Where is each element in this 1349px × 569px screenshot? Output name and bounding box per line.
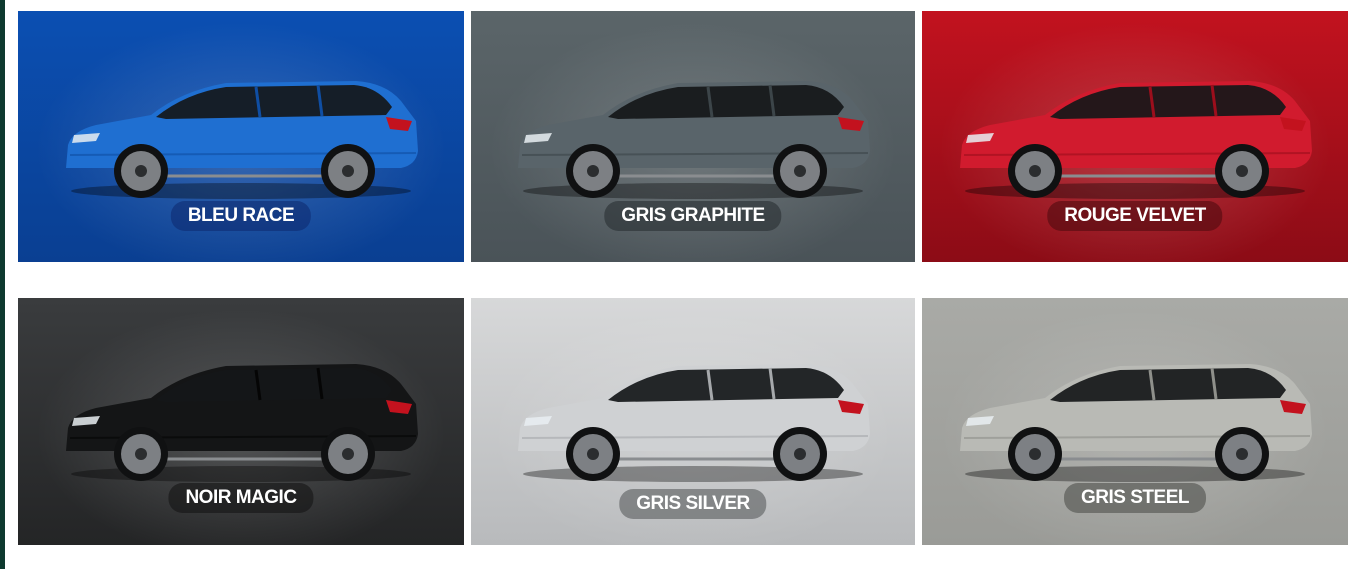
color-swatch-rouge-velvet[interactable]: ROUGE VELVET — [922, 11, 1348, 262]
color-swatch-bleu-race[interactable]: BLEU RACE — [18, 11, 464, 262]
color-name-label: GRIS STEEL — [1064, 483, 1206, 513]
color-name-label: BLEU RACE — [170, 201, 312, 231]
color-name-label: GRIS GRAPHITE — [604, 201, 782, 231]
color-name-label: GRIS SILVER — [619, 489, 767, 519]
car-image — [518, 81, 870, 199]
color-name-label: NOIR MAGIC — [168, 483, 314, 513]
color-swatch-noir-magic[interactable]: NOIR MAGIC — [18, 298, 464, 545]
car-image — [960, 364, 1312, 482]
car-image — [66, 364, 418, 482]
color-swatch-gris-graphite[interactable]: GRIS GRAPHITE — [471, 11, 915, 262]
color-swatch-gris-silver[interactable]: GRIS SILVER — [471, 298, 915, 545]
color-name-label: ROUGE VELVET — [1047, 201, 1223, 231]
left-accent-bar — [0, 0, 5, 569]
car-image — [66, 81, 418, 199]
car-image — [960, 81, 1312, 199]
car-image — [518, 364, 870, 482]
color-swatch-gallery: BLEU RACE GRIS GRAPHITE ROUGE VELVET NOI… — [0, 0, 1349, 569]
color-swatch-gris-steel[interactable]: GRIS STEEL — [922, 298, 1348, 545]
